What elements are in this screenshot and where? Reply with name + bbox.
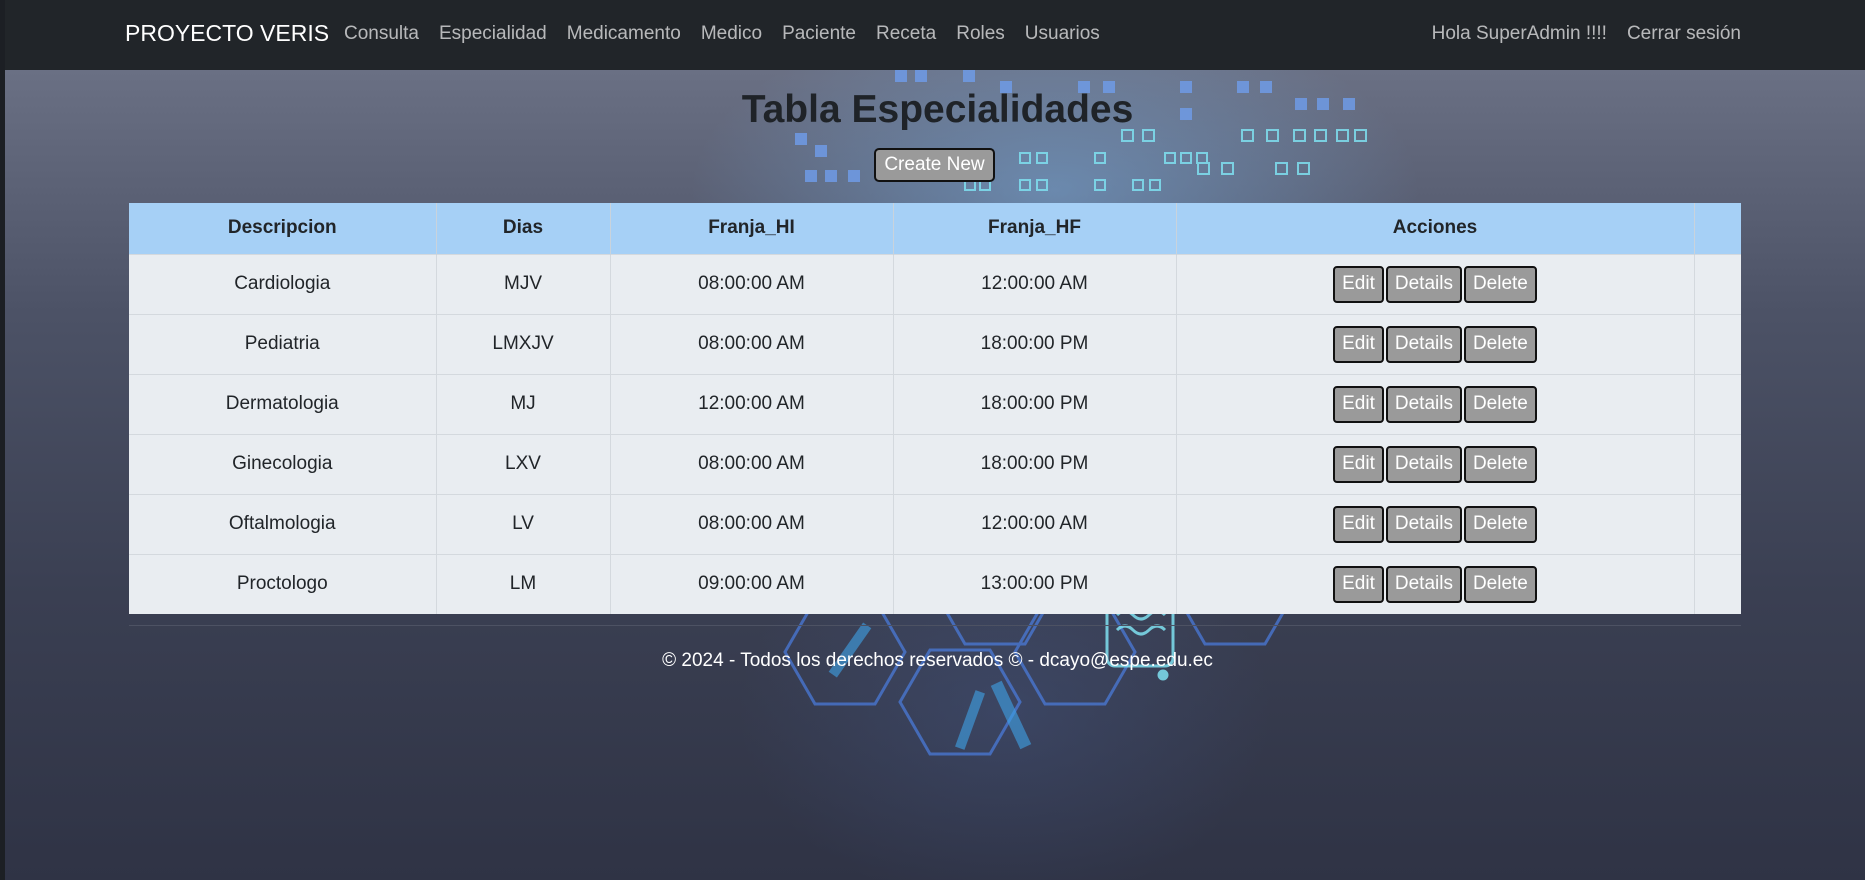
cell-acciones: Edit Details Delete — [1176, 493, 1695, 554]
edit-button[interactable]: Edit — [1333, 325, 1384, 363]
details-button[interactable]: Details — [1385, 325, 1462, 363]
cell-dias: LM — [436, 553, 611, 614]
nav-link-consulta[interactable]: Consulta — [344, 23, 419, 45]
cell-acciones: Edit Details Delete — [1176, 373, 1695, 434]
cell-franja-hi: 09:00:00 AM — [610, 553, 894, 614]
edit-button[interactable]: Edit — [1333, 565, 1384, 603]
header-franja-hi: Franja_HI — [610, 203, 894, 254]
edit-button[interactable]: Edit — [1333, 505, 1384, 543]
page-title: Tabla Especialidades — [741, 88, 1134, 131]
cell-dias: MJ — [436, 373, 611, 434]
table-row: Dermatologia MJ 12:00:00 AM 18:00:00 PM Edit… — [129, 373, 1741, 434]
table-row: Proctologo LM 09:00:00 AM 13:00:00 PM Edit De… — [129, 553, 1741, 614]
details-button[interactable]: Details — [1385, 445, 1462, 483]
cell-franja-hi: 08:00:00 AM — [610, 253, 894, 314]
delete-button[interactable]: Delete — [1463, 325, 1537, 363]
edit-button[interactable]: Edit — [1333, 265, 1384, 303]
cell-dias: MJV — [436, 253, 611, 314]
table-row: Cardiologia MJV 08:00:00 AM 12:00:00 AM Edit… — [129, 253, 1741, 314]
cell-descripcion: Dermatologia — [129, 373, 437, 434]
edit-button[interactable]: Edit — [1333, 385, 1384, 423]
details-button[interactable]: Details — [1385, 385, 1462, 423]
nav-link-paciente[interactable]: Paciente — [782, 23, 856, 45]
delete-button[interactable]: Delete — [1463, 505, 1537, 543]
footer-divider — [129, 625, 1741, 626]
footer-copyright: © 2024 - Todos los derechos reservados ©… — [662, 650, 1213, 671]
delete-button[interactable]: Delete — [1463, 565, 1537, 603]
nav-link-roles[interactable]: Roles — [956, 23, 1005, 45]
cell-franja-hf: 18:00:00 PM — [893, 433, 1177, 494]
cell-acciones: Edit Details Delete — [1176, 553, 1695, 614]
nav-link-usuarios[interactable]: Usuarios — [1025, 23, 1100, 45]
brand-link[interactable]: PROYECTO VERIS — [125, 20, 329, 47]
user-menu: Hola SuperAdmin !!!! Cerrar sesión — [1412, 23, 1741, 45]
table-row: Oftalmologia LV 08:00:00 AM 12:00:00 AM Edit… — [129, 493, 1741, 554]
edit-button[interactable]: Edit — [1333, 445, 1384, 483]
details-button[interactable]: Details — [1385, 505, 1462, 543]
header-descripcion: Descripcion — [129, 203, 437, 254]
cell-spacer — [1694, 433, 1741, 494]
nav-link-medico[interactable]: Medico — [701, 23, 762, 45]
nav-link-especialidad[interactable]: Especialidad — [439, 23, 547, 45]
cell-descripcion: Cardiologia — [129, 253, 437, 314]
header-franja-hf: Franja_HF — [893, 203, 1177, 254]
cell-spacer — [1694, 373, 1741, 434]
cell-franja-hi: 12:00:00 AM — [610, 373, 894, 434]
nav-link-receta[interactable]: Receta — [876, 23, 936, 45]
header-spacer — [1694, 203, 1741, 254]
nav-link-medicamento[interactable]: Medicamento — [567, 23, 681, 45]
especialidades-table: Descripcion Dias Franja_HI Franja_HF Acc… — [129, 203, 1741, 614]
cell-spacer — [1694, 493, 1741, 554]
logout-link[interactable]: Cerrar sesión — [1627, 23, 1741, 45]
header-dias: Dias — [436, 203, 611, 254]
top-navbar: PROYECTO VERIS Consulta Especialidad Med… — [5, 0, 1865, 70]
cell-franja-hf: 12:00:00 AM — [893, 493, 1177, 554]
cell-franja-hi: 08:00:00 AM — [610, 493, 894, 554]
user-greeting-link[interactable]: Hola SuperAdmin !!!! — [1432, 23, 1607, 45]
cell-franja-hf: 12:00:00 AM — [893, 253, 1177, 314]
create-new-button[interactable]: Create New — [874, 148, 995, 182]
cell-franja-hf: 13:00:00 PM — [893, 553, 1177, 614]
header-acciones: Acciones — [1176, 203, 1695, 254]
delete-button[interactable]: Delete — [1463, 445, 1537, 483]
cell-dias: LV — [436, 493, 611, 554]
cell-acciones: Edit Details Delete — [1176, 313, 1695, 374]
cell-franja-hi: 08:00:00 AM — [610, 433, 894, 494]
delete-button[interactable]: Delete — [1463, 385, 1537, 423]
cell-descripcion: Pediatria — [129, 313, 437, 374]
nav-menu: Consulta Especialidad Medicamento Medico… — [344, 23, 1120, 45]
delete-button[interactable]: Delete — [1463, 265, 1537, 303]
cell-descripcion: Proctologo — [129, 553, 437, 614]
cell-acciones: Edit Details Delete — [1176, 253, 1695, 314]
cell-spacer — [1694, 553, 1741, 614]
table-row: Ginecologia LXV 08:00:00 AM 18:00:00 PM Edit… — [129, 433, 1741, 494]
cell-acciones: Edit Details Delete — [1176, 433, 1695, 494]
details-button[interactable]: Details — [1385, 565, 1462, 603]
table-row: Pediatria LMXJV 08:00:00 AM 18:00:00 PM Edit… — [129, 313, 1741, 374]
details-button[interactable]: Details — [1385, 265, 1462, 303]
cell-descripcion: Ginecologia — [129, 433, 437, 494]
cell-franja-hi: 08:00:00 AM — [610, 313, 894, 374]
cell-spacer — [1694, 313, 1741, 374]
cell-franja-hf: 18:00:00 PM — [893, 313, 1177, 374]
table-header-row: Descripcion Dias Franja_HI Franja_HF Acc… — [129, 203, 1741, 254]
cell-spacer — [1694, 253, 1741, 314]
cell-dias: LXV — [436, 433, 611, 494]
cell-dias: LMXJV — [436, 313, 611, 374]
cell-descripcion: Oftalmologia — [129, 493, 437, 554]
cell-franja-hf: 18:00:00 PM — [893, 373, 1177, 434]
